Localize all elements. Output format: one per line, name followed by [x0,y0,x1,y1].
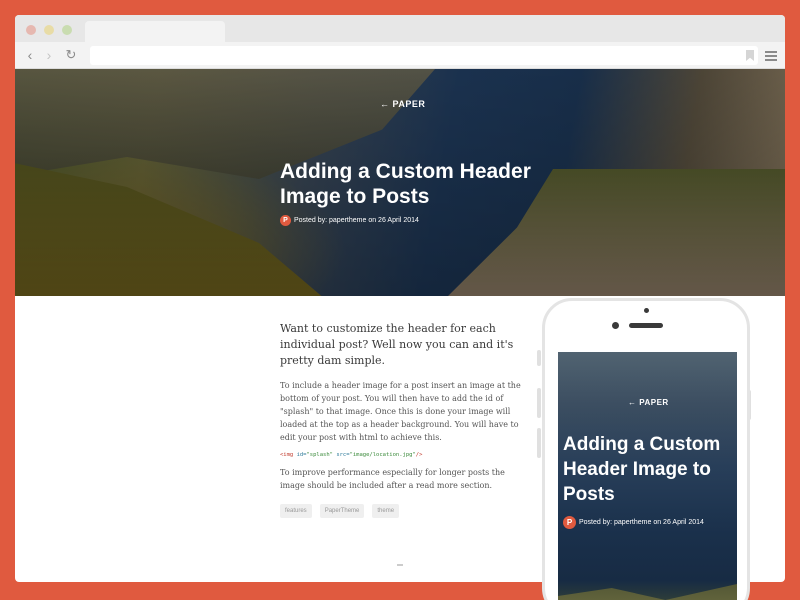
page-divider [397,564,403,566]
tag-list: features PaperTheme theme [280,504,525,518]
mobile-back-link[interactable]: ← PAPER [628,398,669,407]
address-bar[interactable] [90,46,758,65]
post-byline: P Posted by: papertheme on 26 April 2014 [280,215,419,226]
reload-icon[interactable]: ↻ [63,46,79,64]
byline-text: Posted by: papertheme on 26 April 2014 [294,217,419,224]
close-window-button[interactable] [26,25,36,35]
post-paragraph-1: To include a header image for a post ins… [280,381,521,442]
mobile-byline: P Posted by: papertheme on 26 April 2014 [563,516,704,529]
bookmark-icon[interactable] [746,50,754,61]
phone-sensor [612,322,619,329]
minimize-window-button[interactable] [44,25,54,35]
author-avatar: P [280,215,291,226]
post-title: Adding a Custom Header Image to Posts [280,160,531,208]
phone-mockup: ← PAPER Adding a Custom Header Image to … [542,298,750,600]
post-lead: Want to customize the header for each in… [280,322,514,367]
phone-speaker [629,323,663,328]
code-snippet: <img id="splash" src="image/location.jpg… [280,452,423,458]
browser-toolbar: ‹ › ↻ [15,42,785,69]
tag-theme[interactable]: theme [372,504,400,518]
phone-camera [644,308,649,313]
back-arrow-icon[interactable]: ‹ [22,46,38,64]
post-header-image: ← PAPER Adding a Custom Header Image to … [15,69,785,296]
post-paragraph-2: To improve performance especially for lo… [280,468,505,490]
back-to-paper-link[interactable]: ← PAPER [380,99,425,109]
browser-titlebar [15,15,785,42]
mobile-author-avatar: P [563,516,576,529]
maximize-window-button[interactable] [62,25,72,35]
tag-papertheme[interactable]: PaperTheme [319,504,365,518]
mobile-byline-text: Posted by: papertheme on 26 April 2014 [579,519,704,526]
mobile-post-title: Adding a Custom Header Image to Posts [563,434,721,505]
forward-arrow-icon[interactable]: › [41,46,57,64]
tag-features[interactable]: features [280,504,312,518]
menu-icon[interactable] [765,51,777,61]
phone-screen: ← PAPER Adding a Custom Header Image to … [558,352,737,600]
browser-tab[interactable] [85,21,225,42]
post-body: Want to customize the header for each in… [280,321,525,518]
